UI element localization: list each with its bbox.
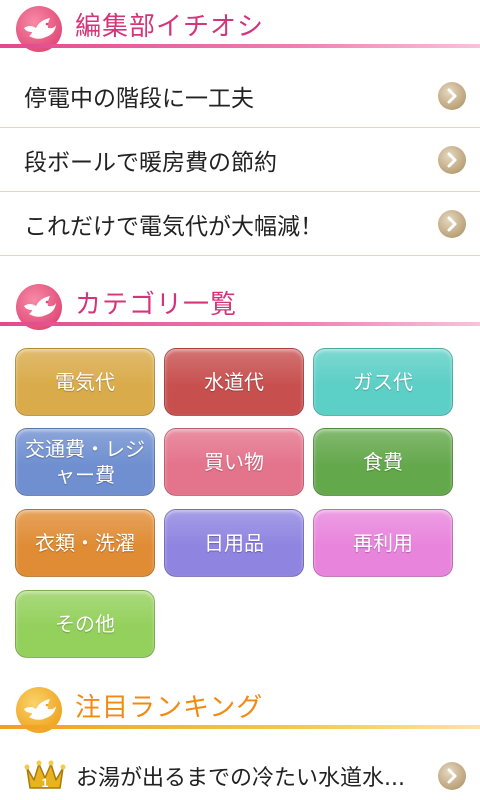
category-button-daily-goods[interactable]: 日用品 xyxy=(164,509,304,577)
category-button-electricity[interactable]: 電気代 xyxy=(15,348,155,416)
list-item[interactable]: 停電中の階段に一工夫 xyxy=(0,64,480,128)
section-title: カテゴリ一覧 xyxy=(75,290,238,320)
section-title: 注目ランキング xyxy=(75,693,264,723)
section-divider xyxy=(0,322,480,326)
section-title: 編集部イチオシ xyxy=(75,12,265,42)
list-item-label: 段ボールで暖房費の節約 xyxy=(24,149,277,176)
list-item-label: これだけで電気代が大幅減！ xyxy=(24,213,323,240)
category-button-shopping[interactable]: 買い物 xyxy=(164,428,304,496)
ranking-item-label: お湯が出るまでの冷たい水道水... xyxy=(76,766,405,791)
category-button-clothing-laundry[interactable]: 衣類・洗濯 xyxy=(15,509,155,577)
category-button-food[interactable]: 食費 xyxy=(313,428,453,496)
section-divider xyxy=(0,44,480,48)
section-divider xyxy=(0,725,480,729)
category-button-transport-leisure[interactable]: 交通費・レジャー費 xyxy=(15,428,155,496)
list-item[interactable]: 段ボールで暖房費の節約 xyxy=(0,128,480,192)
categories-header: カテゴリ一覧 xyxy=(0,278,480,330)
list-item-label: 停電中の階段に一工夫 xyxy=(24,85,254,112)
chevron-right-icon xyxy=(438,146,466,174)
ranking-item[interactable]: 1 お湯が出るまでの冷たい水道水... xyxy=(0,744,480,800)
editor-picks-header: 編集部イチオシ xyxy=(0,0,480,52)
chevron-right-icon xyxy=(438,762,466,790)
chevron-right-icon xyxy=(438,82,466,110)
crown-icon: 1 xyxy=(24,756,66,794)
category-button-water[interactable]: 水道代 xyxy=(164,348,304,416)
list-item[interactable]: これだけで電気代が大幅減！ xyxy=(0,192,480,256)
category-button-gas[interactable]: ガス代 xyxy=(313,348,453,416)
category-button-other[interactable]: その他 xyxy=(15,590,155,658)
ranking-header: 注目ランキング xyxy=(0,681,480,733)
app-screen: 編集部イチオシ 停電中の階段に一工夫 段ボールで暖房費の節約 これだけで電気代が… xyxy=(0,0,480,800)
category-button-reuse[interactable]: 再利用 xyxy=(313,509,453,577)
rank-number: 1 xyxy=(42,776,49,790)
chevron-right-icon xyxy=(438,210,466,238)
